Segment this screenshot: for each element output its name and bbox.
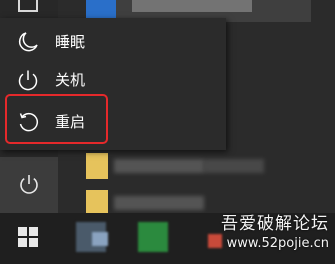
document-icon[interactable] bbox=[18, 0, 38, 12]
restart-highlight-box bbox=[5, 94, 108, 144]
taskbar-app-icon[interactable] bbox=[208, 234, 222, 248]
menu-item-label: 睡眠 bbox=[55, 33, 86, 51]
blurred-label bbox=[204, 159, 264, 173]
power-icon bbox=[20, 175, 38, 194]
watermark-url: www.52pojie.cn bbox=[226, 236, 329, 251]
menu-item-label: 关机 bbox=[55, 71, 86, 89]
menu-item-sleep[interactable]: 睡眠 bbox=[0, 22, 226, 62]
power-icon bbox=[18, 70, 38, 91]
taskbar-app-icon[interactable] bbox=[138, 222, 168, 252]
watermark: 吾爱破解论坛 www.52pojie.cn bbox=[221, 213, 329, 253]
windows-logo-icon[interactable] bbox=[18, 227, 38, 247]
moon-icon bbox=[18, 32, 38, 52]
watermark-title: 吾爱破解论坛 bbox=[221, 214, 329, 234]
sidebar-power-button[interactable] bbox=[0, 157, 58, 213]
taskbar-app-icon[interactable] bbox=[92, 232, 108, 246]
list-item bbox=[86, 153, 264, 179]
blurred-label bbox=[114, 159, 204, 173]
blurred-label bbox=[114, 196, 204, 210]
blurred-label bbox=[132, 0, 252, 12]
folder-icon bbox=[86, 153, 108, 179]
